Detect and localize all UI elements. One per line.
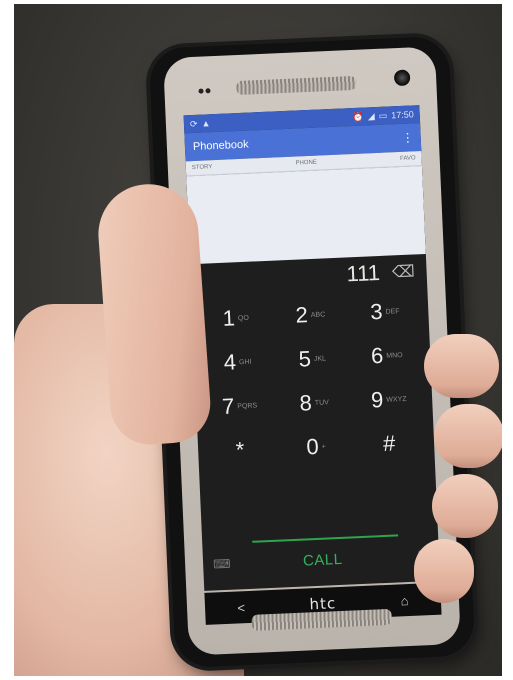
key-2[interactable]: 2 ABC bbox=[272, 291, 349, 338]
finger-1 bbox=[424, 334, 499, 398]
key-star[interactable]: * bbox=[203, 427, 280, 474]
photo-background: ⟳ ▲ ⏰ ◢ ▭ 17:50 Phonebook ⋮ STORY PHONE … bbox=[14, 4, 502, 676]
keyboard-icon[interactable]: ⌨ bbox=[213, 557, 231, 572]
key-5[interactable]: 5 JKL bbox=[274, 335, 351, 382]
backspace-icon[interactable]: ⌫ bbox=[392, 261, 415, 282]
key-4[interactable]: 4 GHI bbox=[199, 339, 276, 386]
key-3[interactable]: 3 DEF bbox=[347, 288, 424, 335]
entered-number: 111 bbox=[346, 259, 381, 287]
home-icon[interactable]: ⌂ bbox=[400, 593, 409, 608]
app-title: Phonebook bbox=[192, 138, 249, 153]
status-time: 17:50 bbox=[391, 109, 414, 121]
call-bar: ⌨ CALL 🎙 bbox=[202, 537, 439, 583]
key-1[interactable]: 1 QO bbox=[198, 295, 275, 342]
front-camera-icon bbox=[393, 69, 411, 87]
key-9[interactable]: 9 WXYZ bbox=[351, 376, 428, 423]
top-speaker-grille bbox=[236, 75, 357, 96]
tab-story[interactable]: STORY bbox=[192, 164, 213, 171]
hand-thumb bbox=[95, 180, 213, 448]
key-7[interactable]: 7 PQRS bbox=[201, 383, 278, 430]
battery-icon: ▭ bbox=[378, 109, 388, 121]
key-8[interactable]: 8 TUV bbox=[276, 379, 353, 426]
tab-phone[interactable]: PHONE bbox=[295, 160, 317, 167]
signal-icon: ◢ bbox=[367, 110, 375, 121]
key-6[interactable]: 6 MNO bbox=[349, 332, 426, 379]
alarm-icon: ⏰ bbox=[352, 111, 365, 122]
overflow-menu-icon[interactable]: ⋮ bbox=[401, 130, 413, 144]
dial-keypad: 1 QO 2 ABC 3 DEF 4 GHI 5 JKL 6 MNO 7 PQRS 8 TUV … bbox=[192, 288, 435, 474]
finger-3 bbox=[432, 474, 498, 538]
key-0[interactable]: 0 + bbox=[278, 423, 355, 470]
back-icon[interactable]: < bbox=[237, 600, 245, 615]
finger-2 bbox=[434, 404, 502, 468]
sensor-dots bbox=[198, 80, 214, 94]
phone-screen: ⟳ ▲ ⏰ ◢ ▭ 17:50 Phonebook ⋮ STORY PHONE … bbox=[183, 105, 441, 591]
key-hash[interactable]: # bbox=[352, 420, 429, 467]
tab-favorites[interactable]: FAVO bbox=[400, 155, 416, 162]
warning-icon: ▲ bbox=[201, 118, 211, 129]
call-button[interactable]: CALL bbox=[303, 550, 343, 569]
sync-icon: ⟳ bbox=[189, 118, 198, 129]
finger-4 bbox=[414, 539, 474, 603]
results-list bbox=[186, 166, 426, 265]
